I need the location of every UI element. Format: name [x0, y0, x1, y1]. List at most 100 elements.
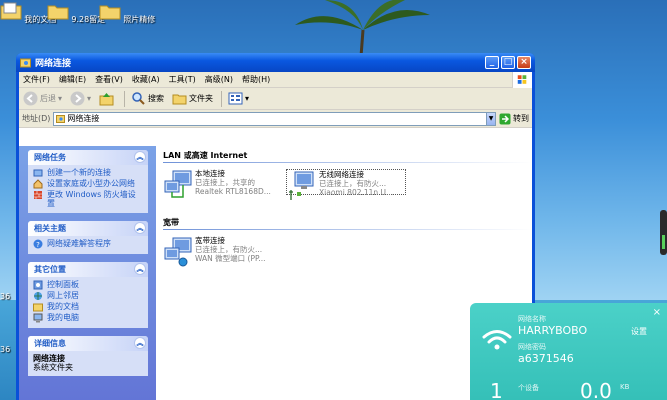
collapse-chevron-icon[interactable]: ︽ [134, 222, 146, 234]
minimize-button[interactable]: _ [485, 56, 499, 69]
other-places-header[interactable]: 其它位置 ︽ [28, 262, 148, 277]
see-also-panel: 相关主题 ︽ ? 网络疑难解答程序 [28, 221, 148, 254]
link-label: 创建一个新的连接 [47, 168, 111, 177]
my-documents-link[interactable]: 我的文档 [33, 302, 143, 312]
connection-status: 已连接上，有防火... [195, 245, 263, 254]
network-tasks-panel: 网络任务 ︽ 创建一个新的连接 设置家庭或小型办公网络 更改 Windows 防… [28, 150, 148, 213]
group-header-lan: LAN 或高速 Internet [163, 151, 248, 160]
menu-view[interactable]: 查看(V) [95, 74, 123, 85]
toolbar-separator [124, 90, 126, 107]
other-places-panel: 其它位置 ︽ 控制面板 网上邻居 我的文档 我的电脑 [28, 262, 148, 328]
network-password-value: a6371546 [518, 352, 574, 365]
wireless-connection-icon [289, 171, 314, 200]
window-client-area: 文件(F) 编辑(E) 查看(V) 收藏(A) 工具(T) 高级(N) 帮助(H… [19, 72, 532, 400]
change-firewall-settings-link[interactable]: 更改 Windows 防火墙设置 [33, 190, 143, 208]
chevron-down-icon: ▾ [58, 94, 63, 103]
forward-button[interactable]: ▾ [70, 91, 91, 106]
side-slider-widget[interactable] [660, 210, 667, 255]
chevron-down-icon: ▾ [245, 94, 250, 103]
go-button[interactable]: 转到 [499, 113, 529, 125]
network-connections-window: 网络连接 _ □ × 文件(F) 编辑(E) 查看(V) 收藏(A) 工具(T)… [16, 53, 535, 400]
see-also-header[interactable]: 相关主题 ︽ [28, 221, 148, 236]
address-input[interactable]: 网络连接 [53, 111, 487, 126]
group-divider [163, 229, 532, 230]
my-network-places-link[interactable]: 网上邻居 [33, 291, 143, 301]
control-panel-link[interactable]: 控制面板 [33, 280, 143, 290]
back-label: 后退 [40, 94, 56, 103]
help-icon: ? [33, 239, 43, 249]
desktop-icon-label: 照片精修 [123, 15, 156, 24]
close-button[interactable]: × [517, 56, 531, 69]
collapse-chevron-icon[interactable]: ︽ [134, 263, 146, 275]
back-button[interactable]: 后退 ▾ [23, 91, 62, 106]
control-panel-icon [33, 280, 43, 290]
documents-folder-icon [33, 303, 43, 312]
collapse-chevron-icon[interactable]: ︽ [134, 337, 146, 349]
details-name: 网络连接 [33, 354, 65, 363]
folders-icon [172, 94, 187, 105]
lan-connection-icon [164, 170, 192, 198]
details-header[interactable]: 详细信息 ︽ [28, 336, 148, 351]
forward-arrow-icon [70, 91, 85, 106]
connection-item-broadband[interactable]: 宽带连接 已连接上，有防火... WAN 微型端口 (PP... [163, 236, 283, 282]
connection-name: 本地连接 [195, 169, 225, 178]
up-button[interactable] [99, 91, 116, 106]
maximize-button[interactable]: □ [501, 56, 515, 69]
link-label: 网络疑难解答程序 [47, 239, 111, 248]
network-troubleshooter-link[interactable]: ? 网络疑难解答程序 [33, 239, 143, 249]
speed-unit: KB [620, 383, 630, 391]
menu-edit[interactable]: 编辑(E) [59, 74, 86, 85]
connection-status: 已连接上，有防火... [319, 179, 387, 188]
desktop-side-label: 36 [0, 292, 11, 301]
group-divider [163, 162, 532, 163]
go-arrow-icon [499, 113, 511, 124]
home-network-icon [33, 179, 43, 189]
desktop-icon-photo-retouch[interactable]: 照片精修 [97, 2, 157, 25]
details-panel: 详细信息 ︽ 网络连接 系统文件夹 [28, 336, 148, 376]
search-button[interactable]: 搜索 [131, 91, 164, 106]
menu-tools[interactable]: 工具(T) [169, 74, 196, 85]
menu-help[interactable]: 帮助(H) [242, 74, 270, 85]
menu-bar: 文件(F) 编辑(E) 查看(V) 收藏(A) 工具(T) 高级(N) 帮助(H… [19, 72, 532, 88]
close-icon[interactable]: × [653, 307, 661, 318]
connection-item-wireless[interactable]: 无线网络连接 已连接上，有防火... Xiaomi 802.11n U... [286, 169, 406, 200]
details-type: 系统文件夹 [33, 363, 73, 372]
back-arrow-icon [23, 91, 38, 106]
computer-icon [33, 313, 43, 323]
panel-title: 网络任务 [34, 153, 66, 162]
my-computer-link[interactable]: 我的电脑 [33, 313, 143, 323]
window-titlebar[interactable]: 网络连接 _ □ × [16, 53, 535, 72]
panel-title: 其它位置 [34, 265, 66, 274]
wifi-icon [482, 330, 512, 350]
search-icon [132, 92, 145, 105]
menu-file[interactable]: 文件(F) [23, 74, 50, 85]
broadband-connection-icon [164, 237, 192, 267]
connection-device: Xiaomi 802.11n U... [319, 188, 394, 197]
settings-button[interactable]: 设置 [631, 326, 647, 337]
connection-name: 无线网络连接 [319, 170, 364, 179]
collapse-chevron-icon[interactable]: ︽ [134, 151, 146, 163]
network-password-label: 网络密码 [518, 343, 546, 351]
menu-advanced[interactable]: 高级(N) [205, 74, 233, 85]
task-pane: 网络任务 ︽ 创建一个新的连接 设置家庭或小型办公网络 更改 Windows 防… [19, 146, 156, 400]
new-connection-icon [33, 169, 43, 177]
link-label: 我的文档 [47, 302, 79, 311]
desktop-side-label: 36 [0, 345, 11, 354]
create-new-connection-link[interactable]: 创建一个新的连接 [33, 168, 143, 178]
connection-item-local-area[interactable]: 本地连接 已连接上，共享的 Realtek RTL8168D... [163, 169, 283, 215]
network-tasks-header[interactable]: 网络任务 ︽ [28, 150, 148, 165]
link-label: 设置家庭或小型办公网络 [47, 179, 135, 188]
standard-toolbar: 后退 ▾ ▾ 搜索 文件夹 ▾ [19, 88, 532, 110]
link-label: 我的电脑 [47, 313, 79, 322]
menu-favorites[interactable]: 收藏(A) [132, 74, 160, 85]
views-icon [228, 92, 243, 105]
window-title: 网络连接 [35, 59, 72, 69]
address-dropdown-button[interactable]: ▼ [486, 111, 496, 126]
views-button[interactable]: ▾ [228, 91, 249, 106]
device-count: 1 [490, 379, 503, 400]
windows-logo-icon [512, 72, 532, 88]
setup-home-network-link[interactable]: 设置家庭或小型办公网络 [33, 179, 143, 189]
folders-label: 文件夹 [189, 94, 214, 103]
folders-button[interactable]: 文件夹 [172, 91, 213, 106]
network-folder-icon [20, 58, 31, 68]
